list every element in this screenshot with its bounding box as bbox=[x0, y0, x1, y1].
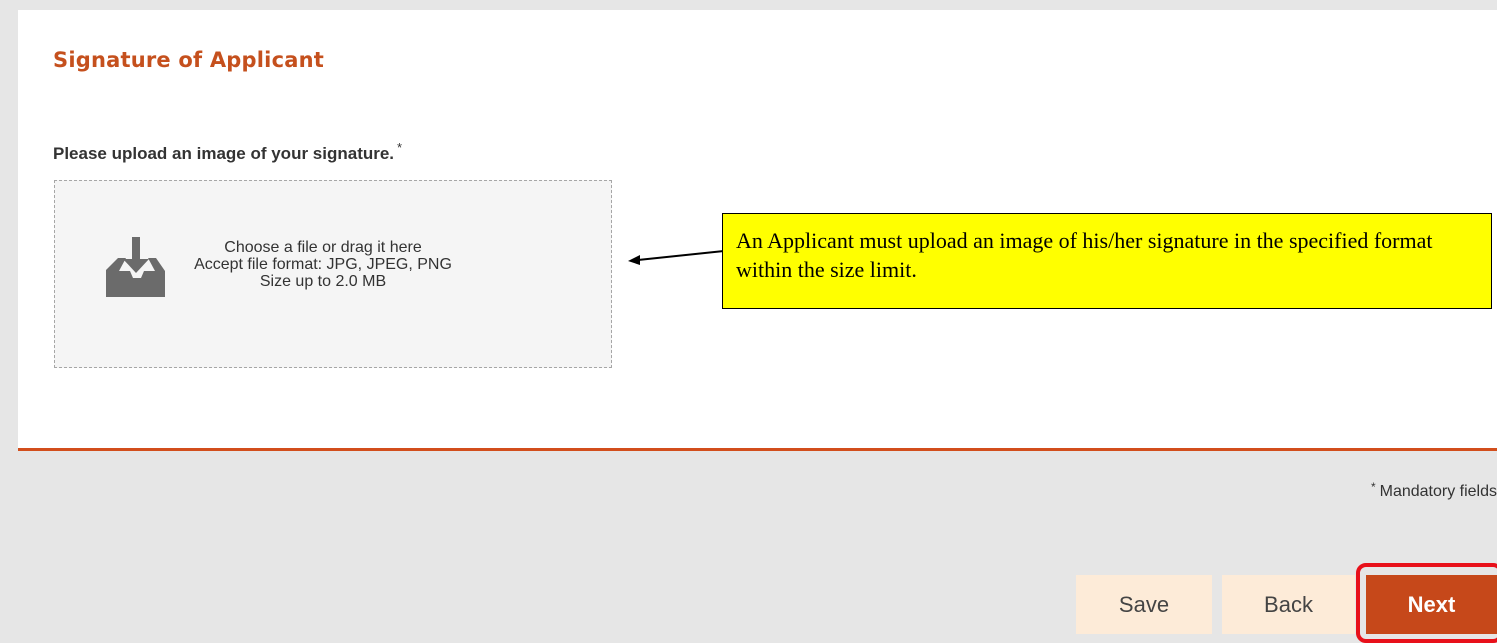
signature-field-label: Please upload an image of your signature… bbox=[53, 140, 402, 164]
back-button[interactable]: Back bbox=[1222, 575, 1355, 634]
upload-instruction-choose: Choose a file or drag it here bbox=[224, 239, 422, 256]
mandatory-marker: * bbox=[1370, 480, 1376, 494]
mandatory-note-text: Mandatory fields bbox=[1379, 483, 1497, 500]
upload-instructions: Choose a file or drag it here Accept fil… bbox=[192, 239, 454, 290]
required-marker: * bbox=[397, 140, 403, 155]
tray-download-icon bbox=[106, 237, 165, 297]
callout-arrow-icon bbox=[628, 250, 725, 265]
annotation-callout: An Applicant must upload an image of his… bbox=[722, 213, 1492, 309]
section-title: Signature of Applicant bbox=[53, 48, 324, 72]
signature-upload-dropzone[interactable]: Choose a file or drag it here Accept fil… bbox=[54, 180, 612, 368]
upload-instruction-formats: Accept file format: JPG, JPEG, PNG bbox=[194, 256, 452, 273]
upload-instruction-size: Size up to 2.0 MB bbox=[259, 273, 387, 290]
mandatory-fields-note: * Mandatory fields bbox=[1370, 480, 1497, 501]
save-button[interactable]: Save bbox=[1076, 575, 1212, 634]
signature-label-text: Please upload an image of your signature… bbox=[53, 144, 395, 163]
card-divider bbox=[18, 448, 1497, 451]
next-button[interactable]: Next bbox=[1366, 575, 1497, 634]
